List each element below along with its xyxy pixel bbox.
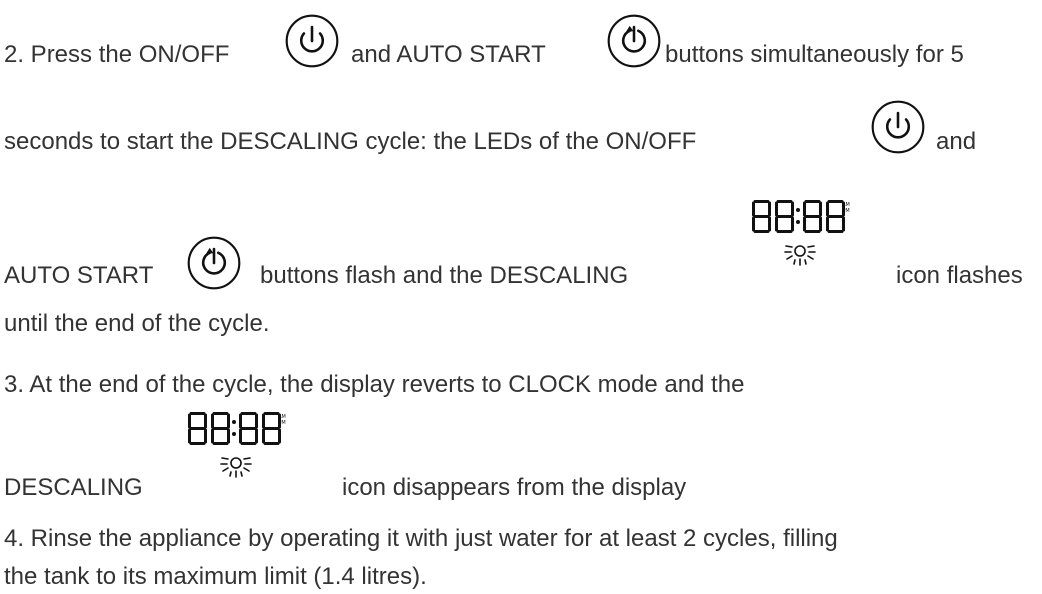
descaling-display-icon: AM PM xyxy=(750,198,850,270)
pm-indicator: PM xyxy=(278,420,285,426)
step2-line1-text-b: and AUTO START xyxy=(351,41,546,68)
power-icon xyxy=(284,13,340,69)
step2-line2-text-b: and xyxy=(936,128,977,155)
auto-start-icon xyxy=(186,235,242,291)
step2-line2-text-a: seconds to start the DESCALING cycle: th… xyxy=(4,128,697,155)
step2-line4-text: until the end of the cycle. xyxy=(4,310,270,337)
power-icon xyxy=(870,99,926,155)
step2-line1-text-a: 2. Press the ON/OFF xyxy=(4,41,230,68)
step4-line1-text: 4. Rinse the appliance by operating it w… xyxy=(4,525,838,552)
step3-line2-text-a: DESCALING xyxy=(4,474,143,501)
step2-line3-text-c: icon flashes xyxy=(896,262,1023,289)
step2-line3-text-a: AUTO START xyxy=(4,262,154,289)
step3-line1-text: 3. At the end of the cycle, the display … xyxy=(4,371,745,398)
step4-line2-text: the tank to its maximum limit (1.4 litre… xyxy=(4,563,427,590)
step2-line3-text-b: buttons flash and the DESCALING xyxy=(260,262,629,289)
step3-line2-text-b: icon disappears from the display xyxy=(342,474,687,501)
step2-line1-text-c: buttons simultaneously for 5 xyxy=(665,41,964,68)
auto-start-icon xyxy=(606,13,662,69)
descaling-display-icon: AM PM xyxy=(186,410,286,482)
pm-indicator: PM xyxy=(842,208,849,214)
